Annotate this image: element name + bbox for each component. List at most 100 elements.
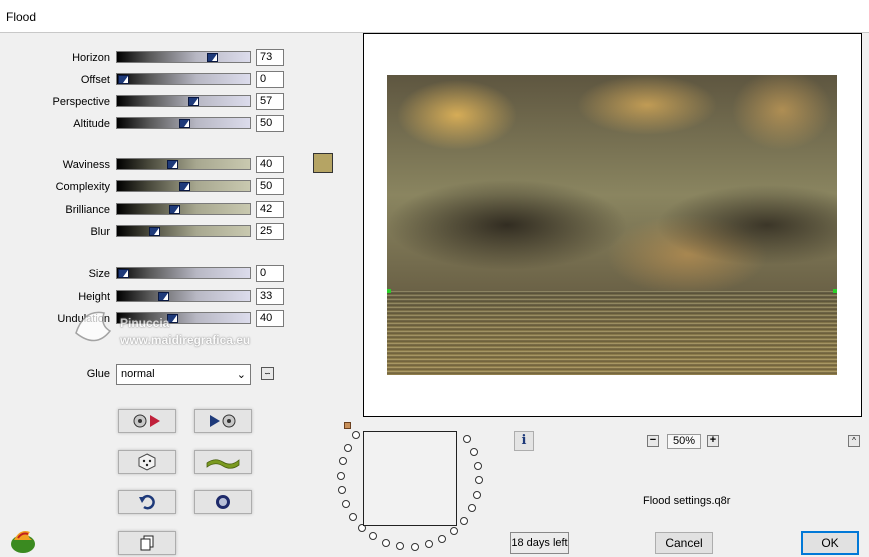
zoom-out-button[interactable]: − — [647, 435, 659, 447]
slider-thumb[interactable] — [166, 160, 178, 169]
slider-altitude[interactable] — [116, 117, 251, 129]
value-altitude[interactable]: 50 — [256, 115, 284, 132]
slider-thumb[interactable] — [118, 75, 129, 84]
color-swatch[interactable] — [313, 153, 333, 173]
param-label-complexity: Complexity — [55, 181, 110, 193]
preview-image[interactable] — [387, 75, 837, 375]
slider-waviness[interactable] — [116, 158, 251, 170]
navigator-dot[interactable] — [337, 471, 346, 480]
param-label-brilliance: Brilliance — [65, 204, 110, 216]
circle-icon — [216, 495, 230, 509]
navigator-dot[interactable] — [473, 462, 482, 471]
wave-button[interactable] — [194, 450, 252, 474]
slider-thumb[interactable] — [158, 292, 170, 301]
navigator-dot[interactable] — [469, 448, 478, 457]
navigator-dot[interactable] — [472, 490, 481, 499]
watermark-name: Pinuccia — [120, 316, 170, 330]
chevron-down-icon: ⌄ — [236, 369, 246, 381]
randomize-button[interactable] — [118, 450, 176, 474]
navigator-dot[interactable] — [410, 542, 419, 551]
slider-thumb[interactable] — [187, 97, 199, 106]
collapse-up-button[interactable]: ^ — [848, 435, 860, 447]
param-label-height: Height — [78, 291, 110, 303]
slider-thumb[interactable] — [118, 269, 129, 278]
navigator-dot[interactable] — [338, 485, 347, 494]
value-offset[interactable]: 0 — [256, 71, 284, 88]
slider-thumb[interactable] — [179, 182, 190, 191]
watermark: Pinuccia www.maidiregrafica.eu — [70, 303, 300, 353]
value-perspective[interactable]: 57 — [256, 93, 284, 110]
window-title: Flood — [6, 10, 37, 24]
navigator-dot[interactable] — [450, 526, 459, 535]
preview-water — [387, 291, 837, 375]
horizon-marker-right[interactable] — [833, 289, 837, 293]
horizon-marker-left[interactable] — [387, 289, 391, 293]
slider-blur[interactable] — [116, 225, 251, 237]
value-brilliance[interactable]: 42 — [256, 201, 284, 218]
cancel-button[interactable]: Cancel — [655, 532, 713, 554]
param-label-horizon: Horizon — [72, 52, 110, 64]
undo-button[interactable] — [118, 490, 176, 514]
glue-select[interactable]: normal ⌄ — [116, 364, 251, 385]
navigator-dot[interactable] — [344, 443, 352, 452]
mini-preview[interactable] — [363, 431, 457, 526]
navigator-dot[interactable] — [460, 516, 469, 525]
param-label-perspective: Perspective — [52, 96, 110, 108]
value-waviness[interactable]: 40 — [256, 156, 284, 173]
param-label-offset: Offset — [80, 74, 110, 86]
title-bar: Flood — [0, 0, 869, 33]
slider-horizon[interactable] — [116, 51, 251, 63]
param-label-size: Size — [88, 268, 110, 280]
navigator-dot[interactable] — [474, 476, 483, 485]
param-label-waviness: Waviness — [62, 159, 110, 171]
slider-height[interactable] — [116, 290, 251, 302]
navigator-dot[interactable] — [467, 504, 476, 513]
slider-complexity[interactable] — [116, 180, 251, 192]
preview-frame — [363, 33, 862, 417]
navigator-dot[interactable] — [382, 538, 391, 547]
slider-thumb[interactable] — [179, 119, 190, 128]
save-preset-icon — [210, 414, 236, 428]
navigator-dot[interactable] — [438, 534, 447, 543]
glue-value: normal — [121, 368, 155, 380]
navigator-dot[interactable] — [396, 542, 405, 551]
zoom-in-button[interactable]: + — [707, 435, 719, 447]
glue-label: Glue — [86, 368, 110, 380]
copy-icon — [140, 535, 154, 551]
slider-perspective[interactable] — [116, 95, 251, 107]
watermark-url: www.maidiregrafica.eu — [120, 333, 251, 347]
settings-filename: Flood settings.q8r — [643, 495, 731, 507]
slider-thumb[interactable] — [169, 205, 181, 214]
value-size[interactable]: 0 — [256, 265, 284, 282]
load-preset-icon — [133, 414, 160, 428]
navigator-dot[interactable] — [339, 457, 348, 466]
slider-offset[interactable] — [116, 73, 251, 85]
circle-button[interactable] — [194, 490, 252, 514]
navigator-handle[interactable] — [344, 422, 351, 429]
wave-icon — [206, 459, 240, 469]
info-button[interactable]: i — [514, 431, 534, 451]
link-toggle-button[interactable]: ∽ — [261, 367, 274, 380]
slider-brilliance[interactable] — [116, 203, 251, 215]
undo-icon — [139, 494, 155, 510]
param-label-blur: Blur — [90, 226, 110, 238]
value-blur[interactable]: 25 — [256, 223, 284, 240]
navigator-dot[interactable] — [424, 540, 433, 549]
save-preset-button[interactable] — [194, 409, 252, 433]
load-preset-button[interactable] — [118, 409, 176, 433]
navigator-dot[interactable] — [369, 532, 378, 541]
copy-button[interactable] — [118, 531, 176, 555]
value-horizon[interactable]: 73 — [256, 49, 284, 66]
slider-thumb[interactable] — [207, 53, 219, 62]
value-complexity[interactable]: 50 — [256, 178, 284, 195]
navigator-dot[interactable] — [348, 512, 357, 521]
slider-thumb[interactable] — [148, 227, 160, 236]
zoom-level: 50% — [667, 434, 701, 449]
ok-button[interactable]: OK — [801, 531, 859, 555]
slider-size[interactable] — [116, 267, 251, 279]
navigator-dot[interactable] — [463, 435, 472, 444]
watermark-logo — [75, 311, 112, 342]
trial-days-left[interactable]: 18 days left — [510, 532, 569, 554]
navigator-dot[interactable] — [351, 431, 360, 440]
navigator-dot[interactable] — [342, 499, 350, 508]
